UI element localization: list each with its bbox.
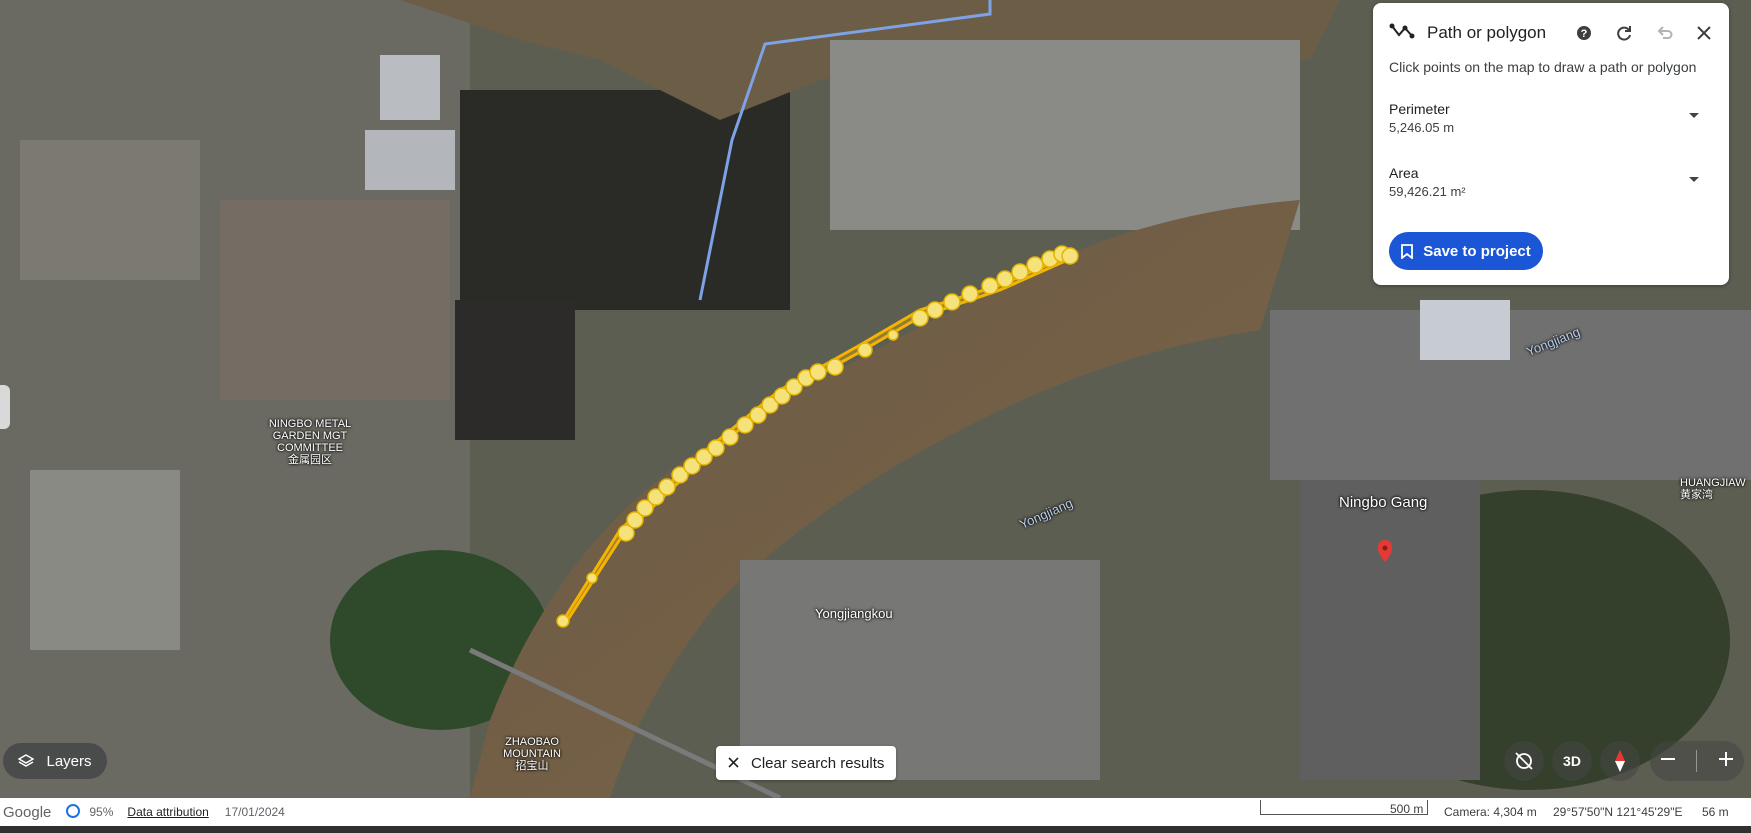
data-attribution-link[interactable]: Data attribution [127,805,208,819]
label-zhaobao-mountain: ZHAOBAO MOUNTAIN 招宝山 [503,736,561,773]
path-polygon-panel: Path or polygon ? Click points on the ma… [1373,3,1729,285]
tilt-toggle-button[interactable] [1504,741,1544,781]
area-value: 59,426.21 m² [1389,184,1466,199]
load-percent: 95% [89,805,114,819]
zoom-controls [1650,741,1744,781]
help-icon[interactable]: ? [1571,20,1597,46]
imagery-date: 17/01/2024 [224,805,285,819]
perimeter-value: 5,246.05 m [1389,120,1455,135]
undo-icon[interactable] [1651,20,1677,46]
panel-header: Path or polygon ? [1389,19,1717,47]
save-to-project-button[interactable]: Save to project [1389,232,1543,270]
elevation: 56 m [1702,805,1729,819]
perimeter-label: Perimeter [1389,101,1450,117]
camera-altitude: Camera: 4,304 m [1444,805,1537,819]
plus-icon [1718,751,1733,766]
label-yongjiangkou: Yongjiangkou [815,606,893,621]
scale-label: 500 m [1390,802,1424,816]
loading-ring-icon [65,803,81,822]
layers-button[interactable]: Layers [3,743,107,779]
svg-text:?: ? [1581,28,1588,40]
perimeter-row[interactable]: Perimeter 5,246.05 m [1389,101,1699,135]
google-logo: Google [3,803,52,821]
area-row[interactable]: Area 59,426.21 m² [1389,165,1699,199]
tilt-off-icon [1515,752,1533,770]
compass-icon [1615,750,1625,772]
clear-search-results-button[interactable]: Clear search results [716,746,896,780]
zoom-out-button[interactable] [1660,751,1676,772]
redo-icon[interactable] [1611,20,1637,46]
cursor-coordinates: 29°57'50"N 121°45'29"E [1553,805,1683,819]
label-ningbo-metal: NINGBO METAL GARDEN MGT COMMITTEE 金属园区 [268,418,352,467]
side-panel-handle[interactable] [0,385,10,429]
area-label: Area [1389,165,1419,181]
panel-title: Path or polygon [1427,23,1547,42]
3d-button[interactable]: 3D [1552,741,1592,781]
bookmark-icon [1401,243,1414,259]
label-huangjiawan: HUANGJIAW 黄家湾 [1680,477,1746,502]
3d-label: 3D [1563,753,1581,769]
compass-button[interactable] [1600,741,1640,781]
chevron-down-icon[interactable] [1689,177,1699,182]
label-ningbo-gang: Ningbo Gang [1339,494,1428,511]
close-icon[interactable] [1691,20,1717,46]
chevron-down-icon[interactable] [1689,113,1699,118]
zoom-in-button[interactable] [1718,751,1734,772]
layers-icon [18,754,35,767]
save-label: Save to project [1423,242,1531,260]
minus-icon [1661,757,1676,760]
clear-search-label: Clear search results [751,754,885,772]
panel-hint: Click points on the map to draw a path o… [1389,59,1697,75]
close-icon [728,755,739,772]
bottom-strip [0,826,1751,833]
zoom-divider [1696,750,1698,772]
path-icon [1389,22,1415,45]
layers-label: Layers [46,752,92,770]
status-bar: Google 95% Data attribution 17/01/2024 C… [0,798,1751,826]
